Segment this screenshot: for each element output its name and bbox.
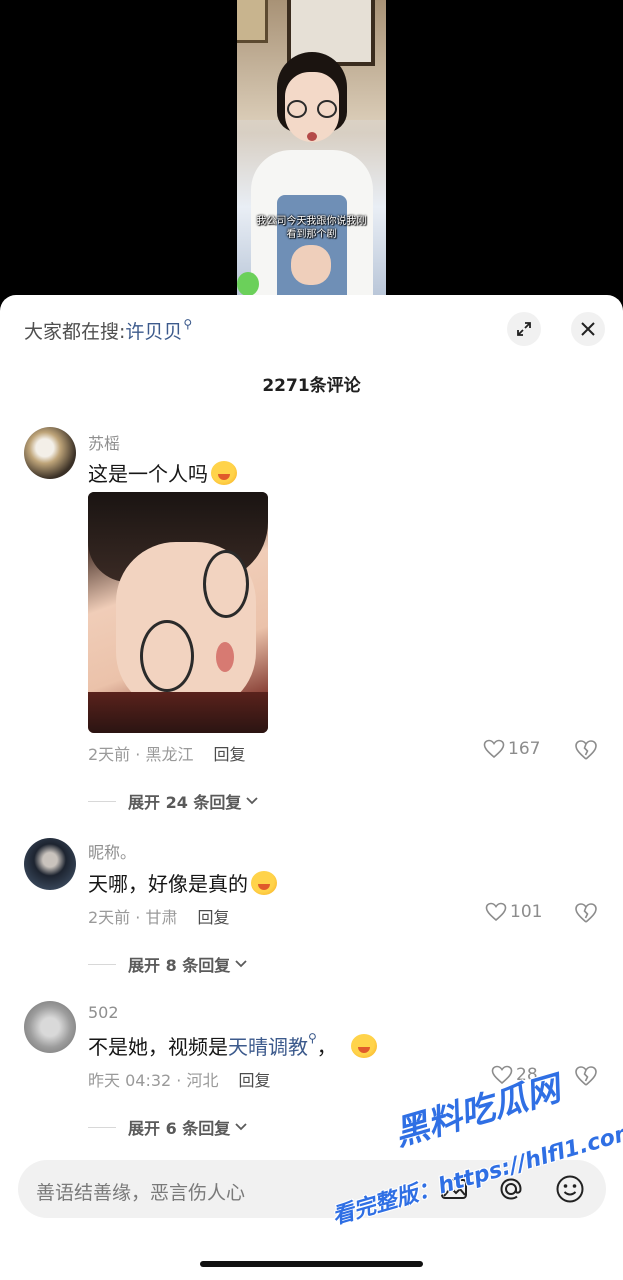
comment-text-content: 这是一个人吗	[88, 462, 208, 486]
expand-replies-button[interactable]: 展开 24 条回复	[88, 789, 259, 813]
expand-icon	[517, 322, 531, 336]
comment-nickname[interactable]: 502	[88, 1003, 119, 1022]
broken-heart-icon	[575, 1066, 597, 1086]
chevron-down-icon	[246, 797, 259, 805]
video-frame[interactable]	[237, 0, 386, 296]
chevron-down-icon	[235, 960, 247, 968]
divider-line	[88, 800, 116, 802]
home-indicator	[200, 1261, 423, 1267]
video-subtitle-line1: 我公司今天我跟你说我刚	[256, 216, 367, 227]
divider-line	[88, 1126, 116, 1128]
reply-button[interactable]: 回复	[197, 908, 229, 927]
comment-time-location: 2天前 · 甘肃	[88, 908, 178, 927]
video-person-glasses	[287, 100, 337, 120]
avatar[interactable]	[24, 838, 76, 890]
video-player[interactable]: 我公司今天我跟你说我刚 看到那个剧	[0, 0, 623, 310]
expand-sheet-button[interactable]	[507, 312, 541, 346]
search-icon: ⚲	[308, 1031, 317, 1045]
comment-nickname[interactable]: 苏榣	[88, 430, 120, 454]
comment-time-location: 2天前 · 黑龙江	[88, 745, 194, 764]
like-count: 101	[510, 902, 543, 922]
dislike-button[interactable]	[574, 739, 600, 763]
reply-button[interactable]: 回复	[213, 745, 245, 764]
like-button[interactable]: 167	[483, 739, 540, 759]
chevron-down-icon	[235, 1123, 247, 1131]
comment-sheet: 大家都在搜:许贝贝⚲ 2271条评论 苏榣 这是一个人吗 2天前 · 黑龙江 回复	[0, 295, 623, 1280]
close-button[interactable]	[571, 312, 605, 346]
video-person-mouth	[307, 132, 317, 141]
video-subtitle-line2: 看到那个剧	[286, 229, 337, 240]
image-lips	[216, 642, 234, 672]
like-count: 28	[516, 1065, 538, 1085]
comment-meta: 2天前 · 甘肃 回复	[88, 904, 229, 928]
image-icon	[441, 1179, 467, 1199]
expand-replies-button[interactable]: 展开 6 条回复	[88, 1115, 248, 1139]
image-glasses-lens	[203, 550, 249, 618]
comment-text: 这是一个人吗	[88, 458, 237, 487]
broken-heart-icon	[575, 740, 597, 760]
divider-line	[88, 963, 116, 965]
comment-input-placeholder[interactable]: 善语结善缘，恶言伤人心	[36, 1178, 245, 1205]
comment-meta: 昨天 04:32 · 河北 回复	[88, 1067, 270, 1091]
image-glasses-lens	[140, 620, 194, 692]
like-count: 167	[508, 739, 541, 759]
comment-text-content: 天哪，好像是真的	[88, 872, 248, 896]
like-button[interactable]: 28	[491, 1065, 538, 1085]
expand-replies-button[interactable]: 展开 8 条回复	[88, 952, 248, 976]
reply-button[interactable]: 回复	[238, 1071, 270, 1090]
video-wall-picture-left	[237, 0, 268, 43]
like-button[interactable]: 101	[485, 902, 542, 922]
comment-keyword-link[interactable]: 天晴调教	[228, 1035, 308, 1059]
dislike-button[interactable]	[574, 902, 600, 926]
heart-icon	[483, 739, 505, 759]
comment-text-prefix: 不是她，视频是	[88, 1035, 228, 1059]
dislike-button[interactable]	[574, 1065, 600, 1089]
comment-image[interactable]	[88, 492, 268, 733]
comment-text-suffix: ，	[316, 1035, 337, 1059]
comment-input-bar[interactable]: 善语结善缘，恶言伤人心	[18, 1160, 606, 1218]
trending-search-hint[interactable]: 大家都在搜:许贝贝⚲	[24, 317, 192, 344]
avatar[interactable]	[24, 427, 76, 479]
expand-replies-label: 展开 24 条回复	[128, 793, 242, 812]
video-subtitle: 我公司今天我跟你说我刚 看到那个剧	[237, 215, 386, 241]
comment-text: 不是她，视频是天晴调教⚲，	[88, 1031, 377, 1060]
emoji-icon	[350, 1034, 377, 1058]
emoji-icon	[211, 461, 237, 485]
comment-text: 天哪，好像是真的	[88, 868, 277, 897]
comment-time-location: 昨天 04:32 · 河北	[88, 1071, 219, 1090]
image-picker-button[interactable]	[438, 1173, 470, 1205]
image-pillow	[88, 692, 268, 733]
avatar[interactable]	[24, 1001, 76, 1053]
comment-nickname[interactable]: 昵称。	[88, 839, 136, 863]
video-green-object	[237, 272, 259, 296]
heart-icon	[485, 902, 507, 922]
emoji-icon	[251, 871, 277, 895]
heart-icon	[491, 1065, 513, 1085]
expand-replies-label: 展开 8 条回复	[128, 956, 231, 975]
close-icon	[581, 322, 595, 336]
emoji-button[interactable]	[554, 1173, 586, 1205]
trending-search-prefix: 大家都在搜:	[24, 321, 126, 343]
broken-heart-icon	[575, 903, 597, 923]
video-person-hand	[291, 245, 331, 285]
expand-replies-label: 展开 6 条回复	[128, 1119, 231, 1138]
at-icon	[500, 1178, 522, 1200]
mention-button[interactable]	[495, 1173, 527, 1205]
comment-count-title: 2271条评论	[262, 376, 361, 396]
trending-search-keyword[interactable]: 许贝贝	[125, 321, 182, 343]
search-icon: ⚲	[183, 317, 193, 331]
comment-meta: 2天前 · 黑龙江 回复	[88, 741, 245, 765]
smiley-icon	[556, 1175, 584, 1203]
